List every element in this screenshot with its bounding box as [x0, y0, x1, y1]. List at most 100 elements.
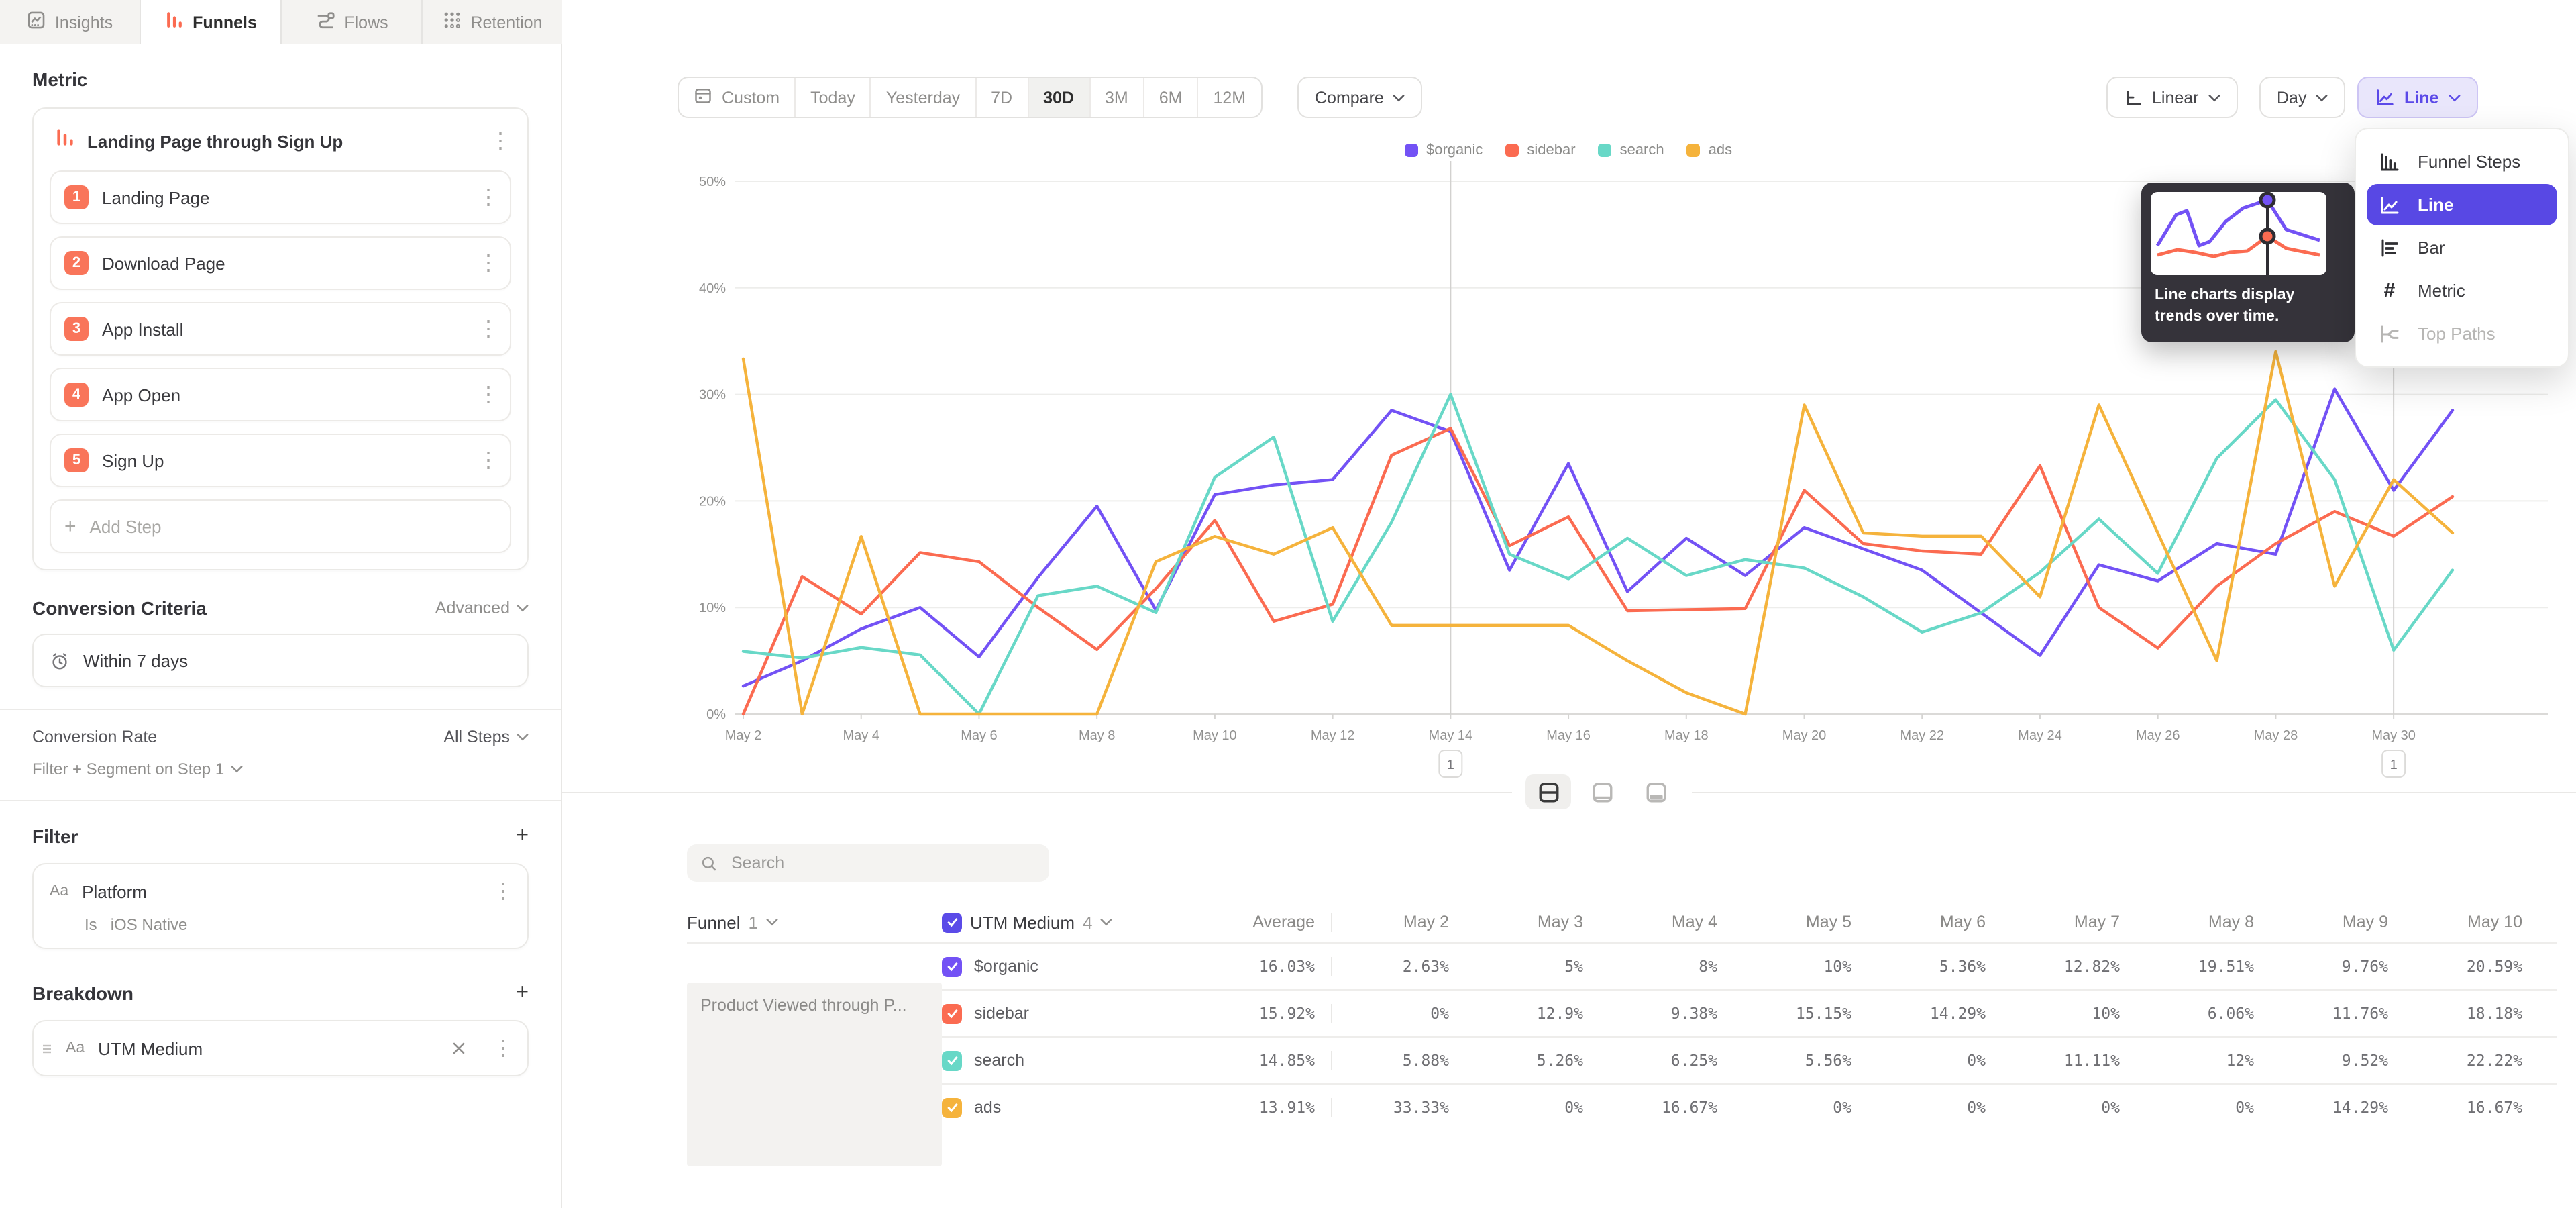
- series-cell[interactable]: sidebar: [942, 1003, 1157, 1023]
- svg-text:May 20: May 20: [1782, 728, 1827, 743]
- metric-heading: Metric: [32, 68, 529, 90]
- cell-value: 10%: [1733, 957, 1868, 976]
- date-column-header[interactable]: May 2: [1331, 913, 1465, 932]
- funnel-kebab-icon[interactable]: ⋮: [490, 128, 508, 154]
- funnels-icon: [164, 11, 183, 34]
- series-cell[interactable]: ads: [942, 1097, 1157, 1117]
- conversion-rate-dropdown[interactable]: All Steps: [443, 727, 529, 746]
- svg-text:May 16: May 16: [1546, 728, 1591, 743]
- date-column-header[interactable]: May 7: [2002, 913, 2136, 932]
- funnel-step-5[interactable]: 5Sign Up⋮: [50, 434, 511, 487]
- funnel-icon: [55, 128, 75, 154]
- date-column-header[interactable]: May 4: [1599, 913, 1733, 932]
- funnel-step-3[interactable]: 3App Install⋮: [50, 302, 511, 356]
- add-step-button[interactable]: + Add Step: [50, 499, 511, 553]
- range-3m[interactable]: 3M: [1090, 78, 1144, 117]
- close-icon[interactable]: [452, 1042, 466, 1055]
- interval-label: Day: [2277, 88, 2306, 107]
- step-kebab-icon[interactable]: ⋮: [478, 447, 496, 474]
- step-kebab-icon[interactable]: ⋮: [478, 381, 496, 408]
- range-today[interactable]: Today: [796, 78, 871, 117]
- series-checkbox[interactable]: [942, 956, 962, 976]
- svg-text:1: 1: [1447, 758, 1454, 772]
- svg-text:May 18: May 18: [1664, 728, 1709, 743]
- chart-type-label: Line: [2404, 88, 2438, 107]
- series-checkbox[interactable]: [942, 1097, 962, 1117]
- series-cell[interactable]: $organic: [942, 956, 1157, 976]
- date-column-header[interactable]: May 3: [1465, 913, 1599, 932]
- table-row-ads: ads13.91%33.33%0%16.67%0%0%0%0%14.29%16.…: [687, 1083, 2557, 1130]
- range-6m[interactable]: 6M: [1144, 78, 1199, 117]
- tab-flows[interactable]: Flows: [282, 0, 423, 44]
- add-filter-button[interactable]: +: [516, 824, 529, 848]
- date-column-header[interactable]: May 8: [2136, 913, 2270, 932]
- range-30d[interactable]: 30D: [1028, 78, 1090, 117]
- advanced-dropdown[interactable]: Advanced: [435, 599, 529, 617]
- step-kebab-icon[interactable]: ⋮: [478, 250, 496, 276]
- cell-value: 5.26%: [1465, 1051, 1599, 1070]
- breakdown-column-header[interactable]: UTM Medium 4: [942, 912, 1157, 932]
- line-chart-icon: [2375, 87, 2395, 107]
- funnel-step-1[interactable]: 1Landing Page⋮: [50, 170, 511, 224]
- layout-split-view-button[interactable]: [1525, 774, 1571, 809]
- cell-value: 15.15%: [1733, 1004, 1868, 1023]
- tab-label: Funnels: [193, 13, 257, 32]
- compare-button[interactable]: Compare: [1297, 77, 1423, 118]
- cell-value: 5.36%: [1868, 957, 2002, 976]
- line-chart-tooltip: Line charts display trends over time.: [2141, 183, 2355, 342]
- filter-platform-card[interactable]: Aa Platform ⋮ Is iOS Native: [32, 863, 529, 949]
- drag-handle-icon[interactable]: [42, 1043, 52, 1054]
- select-all-checkbox[interactable]: [942, 912, 962, 932]
- range-12m[interactable]: 12M: [1199, 78, 1261, 117]
- menu-item-bar[interactable]: Bar: [2367, 227, 2557, 268]
- funnel-steps-list: 1Landing Page⋮ 2Download Page⋮ 3App Instal…: [50, 170, 511, 487]
- date-column-header[interactable]: May 6: [1868, 913, 2002, 932]
- cell-value: 10%: [2002, 1004, 2136, 1023]
- add-breakdown-button[interactable]: +: [516, 981, 529, 1005]
- interval-dropdown[interactable]: Day: [2259, 77, 2345, 118]
- filter-heading: Filter: [32, 825, 78, 847]
- breakdown-kebab-icon[interactable]: ⋮: [492, 1035, 511, 1062]
- range-yesterday[interactable]: Yesterday: [871, 78, 976, 117]
- series-checkbox[interactable]: [942, 1050, 962, 1070]
- layout-chart-view-button[interactable]: [1579, 774, 1625, 809]
- conversion-criteria-heading: Conversion Criteria: [32, 597, 207, 619]
- series-checkbox[interactable]: [942, 1003, 962, 1023]
- tab-retention[interactable]: Retention: [423, 0, 562, 44]
- average-column-header[interactable]: Average: [1157, 913, 1331, 932]
- series-cell[interactable]: search: [942, 1050, 1157, 1070]
- menu-item-funnel-steps[interactable]: Funnel Steps: [2367, 141, 2557, 183]
- cell-value: 0%: [2002, 1098, 2136, 1117]
- date-column-header[interactable]: May 5: [1733, 913, 1868, 932]
- conversion-rate-label: Conversion Rate: [32, 727, 157, 746]
- menu-item-line[interactable]: Line: [2367, 184, 2557, 225]
- step-kebab-icon[interactable]: ⋮: [478, 184, 496, 211]
- breakdown-utm-card[interactable]: Aa UTM Medium ⋮: [32, 1020, 529, 1076]
- search-input[interactable]: [729, 852, 1002, 874]
- menu-item-label: Funnel Steps: [2418, 152, 2520, 172]
- funnel-column-header[interactable]: Funnel 1: [687, 912, 942, 932]
- filter-operator[interactable]: Is: [85, 915, 97, 934]
- step-kebab-icon[interactable]: ⋮: [478, 315, 496, 342]
- range-label: 3M: [1105, 88, 1128, 107]
- average-value: 15.92%: [1157, 1004, 1331, 1023]
- range-7d[interactable]: 7D: [976, 78, 1028, 117]
- tab-insights[interactable]: Insights: [0, 0, 141, 44]
- tab-funnels[interactable]: Funnels: [141, 0, 282, 44]
- funnel-step-4[interactable]: 4App Open⋮: [50, 368, 511, 421]
- conversion-window-button[interactable]: Within 7 days: [32, 634, 529, 687]
- svg-text:May 30: May 30: [2371, 728, 2416, 743]
- range-custom[interactable]: Custom: [679, 78, 796, 117]
- filter-value[interactable]: iOS Native: [111, 915, 188, 934]
- filter-segment-dropdown[interactable]: Filter + Segment on Step 1: [32, 760, 529, 778]
- date-column-header[interactable]: May 9: [2270, 913, 2404, 932]
- chart-type-dropdown[interactable]: Line: [2357, 77, 2477, 118]
- layout-table-view-button[interactable]: [1633, 774, 1678, 809]
- date-column-header[interactable]: May 10: [2404, 913, 2538, 932]
- funnel-name-cell[interactable]: Product Viewed through P...: [687, 983, 942, 1166]
- svg-text:0%: 0%: [706, 707, 726, 722]
- funnel-step-2[interactable]: 2Download Page⋮: [50, 236, 511, 290]
- menu-item-metric[interactable]: #Metric: [2367, 270, 2557, 311]
- filter-kebab-icon[interactable]: ⋮: [492, 878, 511, 905]
- scale-dropdown[interactable]: Linear: [2106, 77, 2238, 118]
